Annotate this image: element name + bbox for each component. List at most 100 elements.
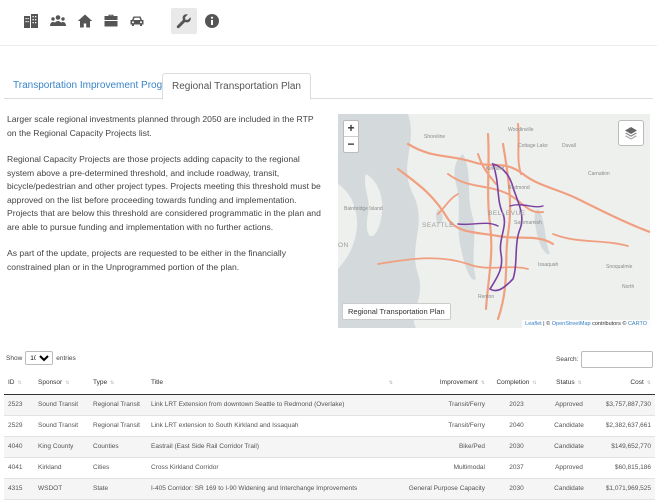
map-place-label: SEATTLE (422, 222, 454, 229)
column-header-type[interactable]: Type ⇅ (89, 372, 147, 395)
map-place-label: Sammamish (514, 220, 542, 226)
cell-title: Link LRT extension to South Kirkland and… (147, 415, 397, 437)
map-place-label: Duvall (562, 143, 576, 149)
carto-link[interactable]: CARTO (628, 321, 647, 327)
rtp-project-line[interactable] (552, 233, 629, 247)
wrench-icon[interactable] (171, 8, 197, 34)
cell-completion: 2023 (489, 394, 544, 416)
info-icon[interactable] (201, 10, 223, 32)
zoom-in-button[interactable]: + (344, 121, 358, 137)
cell-title: Link LRT Extension from downtown Seattle… (147, 394, 397, 416)
cell-title: Eastrail (East Side Rail Corridor Trail) (147, 436, 397, 458)
search-input[interactable] (581, 351, 654, 368)
cell-improvement: Transit/Ferry (397, 394, 489, 416)
map-zoom-control: + − (343, 120, 359, 153)
map-place-label: North (622, 284, 635, 290)
cell-sponsor: Sound Transit (34, 394, 89, 416)
map-place-label: BELLEVUE (488, 210, 526, 217)
cell-improvement: General Purpose Capacity (397, 478, 489, 500)
map-place-label: Renton (478, 294, 495, 300)
column-header-id[interactable]: ID ⇅ (4, 372, 34, 395)
cell-cost: $149,652,770 (594, 436, 655, 458)
column-header-cost[interactable]: Cost ⇅ (594, 372, 655, 395)
building-icon[interactable] (20, 10, 42, 32)
cell-status: Candidate (544, 436, 594, 458)
table-search: Search: (556, 351, 654, 368)
cell-sponsor: Sound Transit (34, 415, 89, 437)
car-icon[interactable] (126, 10, 148, 32)
sort-icon: ⇅ (65, 380, 70, 387)
cell-status: Candidate (544, 415, 594, 437)
table-row[interactable]: 4041 Kirkland Cities Cross Kirkland Corr… (4, 457, 655, 479)
cell-type: Counties (89, 436, 147, 458)
attribution-text: | © (541, 321, 552, 327)
home-icon[interactable] (74, 10, 96, 32)
map-place-label: Redmond (508, 185, 530, 191)
leaflet-link[interactable]: Leaflet (525, 321, 542, 327)
map-place-label: Issaquah (538, 262, 559, 268)
description-paragraph: Regional Capacity Projects are those pro… (7, 154, 321, 232)
table-row[interactable]: 4040 King County Counties Eastrail (East… (4, 436, 655, 458)
briefcase-icon[interactable] (100, 10, 122, 32)
entries-select[interactable]: 10 (25, 351, 54, 365)
column-header-status[interactable]: Status ⇅ (544, 372, 594, 395)
sort-icon: ⇅ (577, 380, 582, 387)
zoom-out-button[interactable]: − (344, 137, 358, 153)
attribution-text: contributors © (590, 321, 628, 327)
layers-icon[interactable] (618, 120, 644, 146)
tab-rtp[interactable]: Regional Transportation Plan (162, 73, 311, 100)
rtp-project-line[interactable] (457, 222, 499, 227)
rtp-project-line[interactable] (484, 132, 493, 311)
sort-icon: ⇅ (480, 380, 485, 387)
sort-icon: ⇅ (110, 380, 115, 387)
sort-icon: ⇅ (388, 380, 393, 386)
tab-bar: Transportation Improvement Program Regio… (4, 73, 653, 100)
map-place-label: Woodinville (508, 127, 534, 133)
cell-improvement: Transit/Ferry (397, 415, 489, 437)
cell-cost: $1,071,969,525 (594, 478, 655, 500)
cell-completion: 2040 (489, 415, 544, 437)
table-row[interactable]: 2523 Sound Transit Regional Transit Link… (4, 394, 655, 416)
table-header-row: ID ⇅ Sponsor ⇅ Type ⇅ Title ⇅ Improvement ⇅ C… (4, 372, 655, 395)
rtp-map[interactable]: Shoreline Woodinville Cottage Lake Duval… (338, 114, 650, 328)
map-place-label: Snoqualmie (606, 264, 633, 270)
cell-status: Approved (544, 394, 594, 416)
column-header-title[interactable]: Title ⇅ (147, 372, 397, 395)
cell-completion: 2037 (489, 457, 544, 479)
column-header-completion[interactable]: Completion ⇅ (489, 372, 544, 395)
cell-completion: 2030 (489, 478, 544, 500)
table-row[interactable]: 2529 Sound Transit Regional Transit Link… (4, 415, 655, 437)
cell-type: Regional Transit (89, 394, 147, 416)
cell-type: State (89, 478, 147, 500)
people-icon[interactable] (47, 10, 69, 32)
cell-sponsor: Kirkland (34, 457, 89, 479)
map-place-label: ON (338, 242, 349, 249)
cell-type: Regional Transit (89, 415, 147, 437)
cell-status: Candidate (544, 478, 594, 500)
cell-improvement: Bike/Ped (397, 436, 489, 458)
cell-id: 2529 (4, 415, 34, 437)
sort-icon: ⇅ (17, 380, 22, 387)
entries-length-control: Show 10 entries (6, 351, 76, 365)
map-attribution: Leaflet | © OpenStreetMap contributors ©… (522, 320, 650, 328)
top-icon-toolbar (0, 0, 657, 46)
map-place-label: Cottage Lake (518, 143, 548, 149)
map-layer-label: Regional Transportation Plan (342, 303, 451, 320)
rtp-project-line[interactable] (437, 193, 459, 215)
tab-tip[interactable]: Transportation Improvement Program (4, 73, 188, 99)
sort-icon: ⇅ (532, 380, 537, 387)
description-paragraph: Larger scale regional investments planne… (7, 114, 314, 138)
description-paragraph: As part of the update, projects are requ… (7, 248, 286, 272)
column-header-improvement[interactable]: Improvement ⇅ (397, 372, 489, 395)
osm-link[interactable]: OpenStreetMap (552, 321, 591, 327)
cell-title: Cross Kirkland Corridor (147, 457, 397, 479)
sort-icon: ⇅ (646, 380, 651, 387)
cell-id: 2523 (4, 394, 34, 416)
cell-cost: $3,757,887,730 (594, 394, 655, 416)
table-row[interactable]: 4315 WSDOT State I-405 Corridor: SR 169 … (4, 478, 655, 500)
cell-cost: $60,815,186 (594, 457, 655, 479)
cell-title: I-405 Corridor: SR 169 to I-90 Widening … (147, 478, 397, 500)
cell-cost: $2,382,637,661 (594, 415, 655, 437)
column-header-sponsor[interactable]: Sponsor ⇅ (34, 372, 89, 395)
map-place-label: Shoreline (424, 134, 446, 140)
